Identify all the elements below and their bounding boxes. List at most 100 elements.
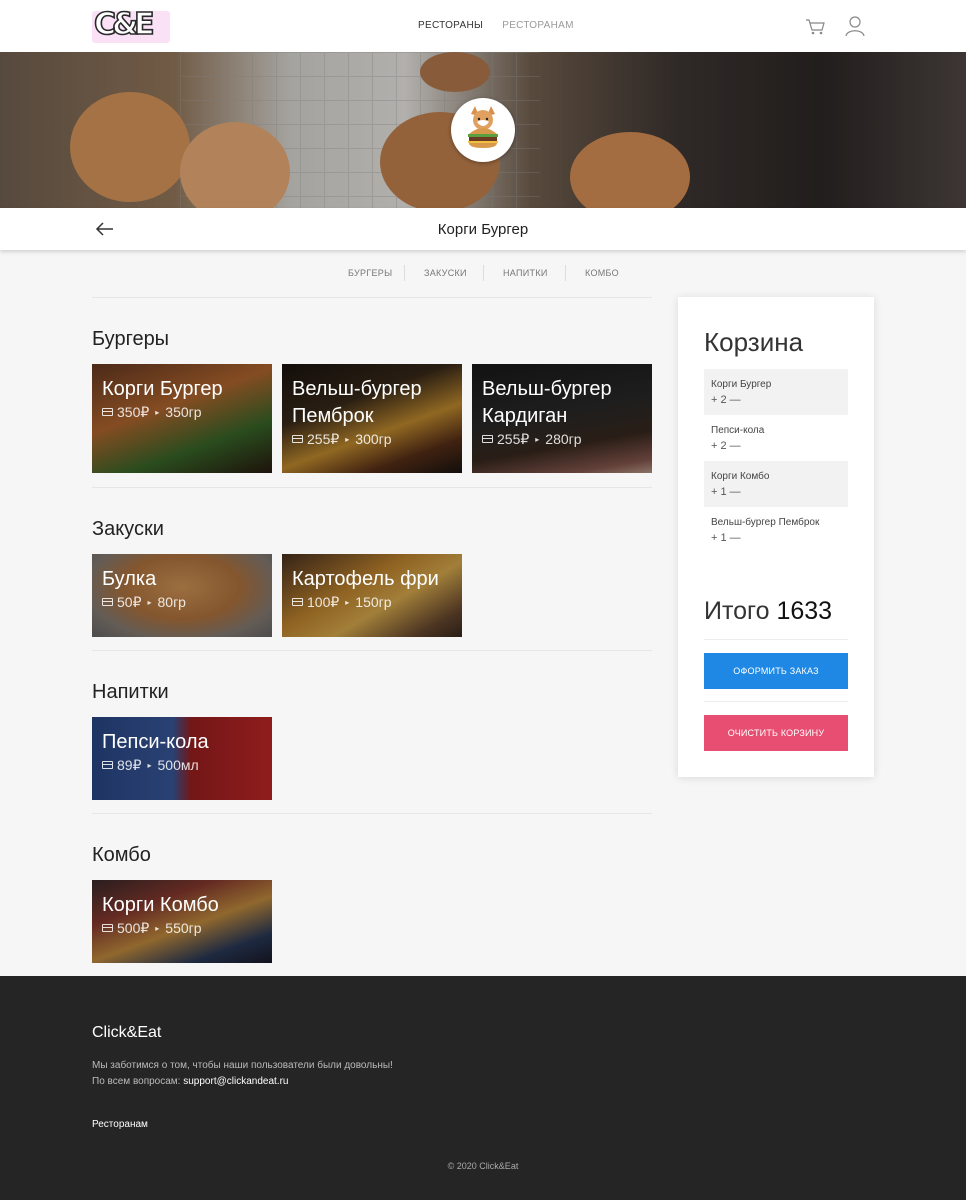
menu-item-name: Булка: [102, 568, 157, 590]
menu-item-meta: 100₽ ▸ 150гр: [292, 594, 392, 611]
menu-item-meta: 350₽ ▸ 350гр: [102, 404, 202, 421]
cart-item: Вельш-бургер Пемброк +1—: [704, 507, 848, 553]
qty-value: 2: [720, 394, 727, 406]
qty-plus-button[interactable]: +: [711, 394, 717, 406]
cart-item-name: Пепси-кола: [711, 425, 765, 436]
tab-combo[interactable]: Комбо: [585, 268, 619, 278]
cart-item-qty: +2—: [711, 440, 744, 452]
menu-card[interactable]: Корги Бургер 350₽ ▸ 350гр: [92, 364, 272, 473]
total-label: Итого: [704, 597, 770, 625]
cart-icon[interactable]: [804, 14, 826, 38]
menu-item-weight: 550гр: [165, 920, 202, 936]
tab-divider: [404, 265, 405, 281]
menu-card[interactable]: Вельш-бургер Кардиган 255₽ ▸ 280гр: [472, 364, 652, 473]
separator-icon: ▸: [155, 924, 160, 933]
footer-copyright: © 2020 Click&Eat: [447, 1161, 519, 1171]
menu-item-name: Картофель фри: [292, 568, 439, 590]
menu-item-price: 100₽: [307, 594, 340, 610]
separator-icon: ▸: [147, 761, 152, 770]
menu-item-meta: 500₽ ▸ 550гр: [102, 920, 202, 937]
qty-value: 1: [720, 486, 727, 498]
qty-minus-button[interactable]: —: [730, 486, 741, 498]
menu-item-price: 255₽: [307, 431, 340, 447]
menu-card[interactable]: Корги Комбо 500₽ ▸ 550гр: [92, 880, 272, 963]
price-icon: [292, 598, 303, 606]
menu-card[interactable]: Картофель фри 100₽ ▸ 150гр: [282, 554, 462, 637]
price-icon: [102, 598, 113, 606]
menu-item-price: 350₽: [117, 404, 150, 420]
cart-item-name: Корги Комбо: [711, 471, 770, 482]
user-icon[interactable]: [844, 14, 866, 38]
qty-minus-button[interactable]: —: [730, 440, 741, 452]
separator-icon: ▸: [345, 598, 350, 607]
qty-plus-button[interactable]: +: [711, 486, 717, 498]
site-footer: Click&Eat Мы заботимся о том, чтобы наши…: [0, 976, 966, 1200]
menu-item-name: Пепси-кола: [102, 731, 209, 753]
menu-card[interactable]: Вельш-бургер Пемброк 255₽ ▸ 300гр: [282, 364, 462, 473]
section-title-combo: Комбо: [92, 844, 151, 866]
nav-restaurants[interactable]: Рестораны: [418, 20, 483, 31]
footer-contact-label: По всем вопросам:: [92, 1076, 181, 1087]
menu-item-weight: 350гр: [165, 404, 202, 420]
cart-item: Корги Бургер +2—: [704, 369, 848, 415]
qty-plus-button[interactable]: +: [711, 440, 717, 452]
menu-item-meta: 50₽ ▸ 80гр: [102, 594, 186, 611]
footer-text: Мы заботимся о том, чтобы наши пользоват…: [92, 1058, 393, 1090]
menu-item-weight: 500мл: [157, 757, 199, 773]
checkout-button[interactable]: Оформить заказ: [704, 653, 848, 689]
cart-item-qty: +1—: [711, 532, 744, 544]
divider: [92, 650, 652, 651]
menu-item-name: Корги Бургер: [102, 378, 223, 400]
menu-item-meta: 255₽ ▸ 300гр: [292, 431, 392, 448]
cart-total: Итого 1633: [704, 597, 832, 626]
price-icon: [102, 761, 113, 769]
cart-title: Корзина: [704, 327, 804, 357]
cart-item-qty: +2—: [711, 394, 744, 406]
menu-card[interactable]: Пепси-кола 89₽ ▸ 500мл: [92, 717, 272, 800]
clear-cart-button[interactable]: Очистить корзину: [704, 715, 848, 751]
restaurant-title-bar: Корги Бургер: [0, 208, 966, 250]
cart-item-name: Вельш-бургер Пемброк: [711, 517, 820, 528]
divider: [704, 639, 848, 640]
cart-item-qty: +1—: [711, 486, 744, 498]
price-icon: [292, 435, 303, 443]
menu-item-name: Вельш-бургер Пемброк: [292, 378, 422, 427]
separator-icon: ▸: [345, 435, 350, 444]
total-value: 1633: [776, 597, 833, 625]
separator-icon: ▸: [147, 598, 152, 607]
separator-icon: ▸: [535, 435, 540, 444]
menu-item-meta: 255₽ ▸ 280гр: [482, 431, 582, 448]
footer-email-link[interactable]: support@clickandeat.ru: [183, 1076, 288, 1087]
menu-item-name: Вельш-бургер Кардиган: [482, 378, 612, 427]
divider: [92, 297, 652, 298]
menu-item-name: Корги Комбо: [102, 894, 219, 916]
section-title-burgers: Бургеры: [92, 328, 170, 350]
tab-burgers[interactable]: Бургеры: [348, 268, 392, 278]
footer-tagline: Мы заботимся о том, чтобы наши пользоват…: [92, 1060, 393, 1071]
section-title-drinks: Напитки: [92, 681, 169, 703]
price-icon: [482, 435, 493, 443]
restaurant-title: Корги Бургер: [437, 221, 529, 238]
tab-drinks[interactable]: Напитки: [503, 268, 548, 278]
menu-item-weight: 300гр: [355, 431, 392, 447]
tab-snacks[interactable]: Закуски: [424, 268, 467, 278]
footer-link-for-restaurants[interactable]: Ресторанам: [92, 1119, 148, 1130]
restaurant-logo: [451, 98, 515, 162]
separator-icon: ▸: [155, 408, 160, 417]
menu-item-price: 50₽: [117, 594, 142, 610]
cart-item-name: Корги Бургер: [711, 379, 772, 390]
price-icon: [102, 924, 113, 932]
cart-panel: Корзина Корги Бургер +2— Пепси-кола +2— …: [678, 297, 874, 777]
menu-item-price: 255₽: [497, 431, 530, 447]
qty-minus-button[interactable]: —: [730, 394, 741, 406]
menu-card[interactable]: Булка 50₽ ▸ 80гр: [92, 554, 272, 637]
menu-item-weight: 280гр: [545, 431, 582, 447]
qty-value: 1: [720, 532, 727, 544]
qty-plus-button[interactable]: +: [711, 532, 717, 544]
tab-divider: [483, 265, 484, 281]
qty-minus-button[interactable]: —: [730, 532, 741, 544]
site-logo[interactable]: C&E: [92, 5, 174, 47]
tab-divider: [565, 265, 566, 281]
cart-item: Пепси-кола +2—: [704, 415, 848, 461]
nav-for-restaurants[interactable]: Ресторанам: [502, 20, 574, 31]
